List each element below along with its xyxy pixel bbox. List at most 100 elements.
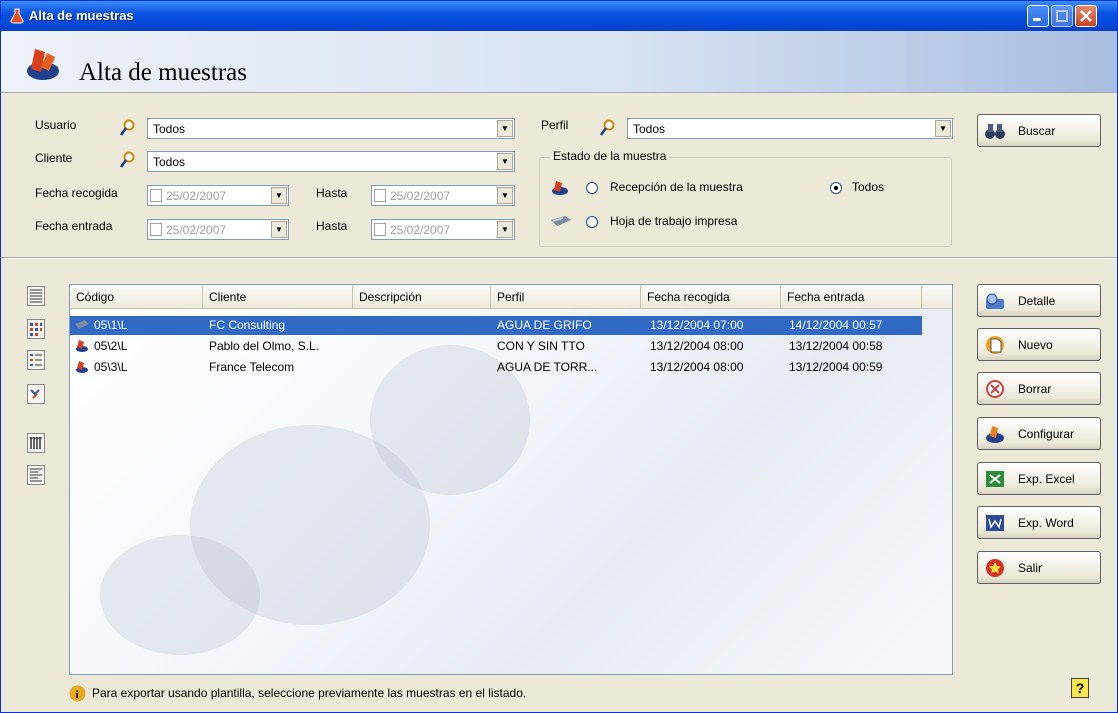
borrar-button[interactable]: Borrar <box>977 372 1101 405</box>
chevron-down-icon[interactable]: ▼ <box>271 221 287 238</box>
view-columns-button[interactable] <box>27 433 45 453</box>
divider <box>1 257 1117 259</box>
flask-icon <box>10 8 24 24</box>
hasta-recogida-picker[interactable]: 25/02/2007 ▼ <box>371 185 515 206</box>
footer-info-text: Para exportar usando plantilla, seleccio… <box>92 686 527 700</box>
perfil-value: Todos <box>633 122 666 136</box>
hasta-entrada-value: 25/02/2007 <box>390 223 451 237</box>
salir-button[interactable]: Salir <box>977 551 1101 584</box>
search-icon[interactable] <box>119 119 135 137</box>
view-details-button[interactable] <box>27 350 45 370</box>
cell-fecha-recogida: 13/12/2004 08:00 <box>650 339 744 353</box>
chevron-down-icon[interactable]: ▼ <box>497 187 513 204</box>
column-header-fecha-entrada[interactable]: Fecha entrada <box>781 285 922 309</box>
exp-excel-label: Exp. Excel <box>1018 472 1075 486</box>
fecha-recogida-picker[interactable]: 25/02/2007 ▼ <box>147 185 289 206</box>
fecha-recogida-value: 25/02/2007 <box>166 189 227 203</box>
cell-fecha-entrada: 13/12/2004 00:58 <box>789 339 883 353</box>
maximize-button[interactable] <box>1051 5 1073 27</box>
background-decoration <box>100 535 260 655</box>
cliente-value: Todos <box>153 155 186 169</box>
delete-icon <box>986 380 1004 398</box>
sort-icon <box>30 389 40 399</box>
word-icon <box>986 515 1004 531</box>
radio-recepcion-label: Recepción de la muestra <box>610 180 743 194</box>
chevron-down-icon[interactable]: ▼ <box>271 187 287 204</box>
app-window: Alta de muestras Alta de muestras Usuari… <box>0 0 1118 713</box>
date-checkbox[interactable] <box>150 223 162 236</box>
column-header-fecha-recogida[interactable]: Fecha recogida <box>641 285 781 309</box>
cell-fecha-recogida: 13/12/2004 07:00 <box>650 318 744 332</box>
column-header-descripcion[interactable]: Descripción <box>353 285 491 309</box>
configurar-button[interactable]: Configurar <box>977 417 1101 450</box>
exp-excel-button[interactable]: Exp. Excel <box>977 462 1101 495</box>
help-button[interactable]: ? <box>1071 678 1089 698</box>
date-checkbox[interactable] <box>374 223 386 236</box>
cliente-combo[interactable]: Todos ▼ <box>147 151 515 172</box>
cell-cliente: FC Consulting <box>209 318 286 332</box>
view-grid-button[interactable] <box>27 319 45 339</box>
cell-cliente: Pablo del Olmo, S.L. <box>209 339 320 353</box>
cell-fecha-recogida: 13/12/2004 08:00 <box>650 360 744 374</box>
fecha-entrada-value: 25/02/2007 <box>166 223 227 237</box>
view-list-button[interactable] <box>27 286 45 306</box>
truck-icon <box>75 320 89 329</box>
excel-icon <box>986 471 1004 487</box>
nuevo-label: Nuevo <box>1018 338 1053 352</box>
date-checkbox[interactable] <box>374 189 386 202</box>
table-row[interactable]: 05\2\L Pablo del Olmo, S.L. CON Y SIN TT… <box>70 337 922 356</box>
table-row[interactable]: 05\3\L France Telecom AGUA DE TORR... 13… <box>70 358 922 377</box>
detalle-button[interactable]: Detalle <box>977 284 1101 317</box>
column-header-cliente[interactable]: Cliente <box>203 285 353 309</box>
column-header-codigo[interactable]: Código <box>70 285 203 309</box>
title-bar[interactable]: Alta de muestras <box>1 1 1117 31</box>
date-checkbox[interactable] <box>150 189 162 202</box>
search-icon[interactable] <box>119 151 135 169</box>
fecha-recogida-label: Fecha recogida <box>35 186 118 200</box>
radio-recepcion[interactable] <box>586 182 598 194</box>
svg-text:i: i <box>76 689 79 701</box>
samples-list[interactable]: Código Cliente Descripción Perfil Fecha … <box>69 284 953 675</box>
chevron-down-icon[interactable]: ▼ <box>497 153 513 170</box>
view-sort-button[interactable] <box>27 384 45 404</box>
chevron-down-icon[interactable]: ▼ <box>935 120 951 137</box>
perfil-label: Perfil <box>541 118 569 132</box>
buscar-label: Buscar <box>1018 124 1056 138</box>
chevron-down-icon[interactable]: ▼ <box>497 120 513 137</box>
cell-perfil: AGUA DE TORR... <box>497 360 598 374</box>
detalle-label: Detalle <box>1018 294 1056 308</box>
fecha-entrada-picker[interactable]: 25/02/2007 ▼ <box>147 219 289 240</box>
hasta-label: Hasta <box>316 186 348 200</box>
cell-codigo: 05\3\L <box>94 360 128 374</box>
usuario-combo[interactable]: Todos ▼ <box>147 118 515 139</box>
close-button[interactable] <box>1075 5 1097 27</box>
search-icon[interactable] <box>599 119 615 137</box>
radio-hoja[interactable] <box>586 216 598 228</box>
column-header-perfil[interactable]: Perfil <box>491 285 641 309</box>
borrar-label: Borrar <box>1018 382 1052 396</box>
perfil-combo[interactable]: Todos ▼ <box>627 118 953 139</box>
table-row[interactable]: 05\1\L FC Consulting AGUA DE GRIFO 13/12… <box>70 316 922 335</box>
text-view-icon <box>30 468 42 482</box>
usuario-value: Todos <box>153 122 186 136</box>
fecha-entrada-label: Fecha entrada <box>35 219 113 233</box>
minimize-button[interactable] <box>1027 5 1049 27</box>
view-text-button[interactable] <box>27 465 45 485</box>
cell-perfil: CON Y SIN TTO <box>497 339 585 353</box>
exp-word-button[interactable]: Exp. Word <box>977 506 1101 539</box>
close-icon <box>1080 10 1092 22</box>
cell-codigo: 05\2\L <box>94 339 128 353</box>
hasta-entrada-picker[interactable]: 25/02/2007 ▼ <box>371 219 515 240</box>
cell-fecha-entrada: 13/12/2004 00:59 <box>789 360 883 374</box>
estado-group: Estado de la muestra Recepción de la mue… <box>539 149 952 247</box>
flask-icon <box>27 49 59 80</box>
details-view-icon <box>30 354 42 366</box>
buscar-button[interactable]: Buscar <box>977 114 1101 147</box>
hasta-recogida-value: 25/02/2007 <box>390 189 451 203</box>
chevron-down-icon[interactable]: ▼ <box>497 221 513 238</box>
radio-todos-label: Todos <box>852 180 885 194</box>
nuevo-button[interactable]: Nuevo <box>977 328 1101 361</box>
radio-todos[interactable] <box>830 182 842 194</box>
cell-perfil: AGUA DE GRIFO <box>497 318 592 332</box>
configurar-label: Configurar <box>1018 427 1075 441</box>
